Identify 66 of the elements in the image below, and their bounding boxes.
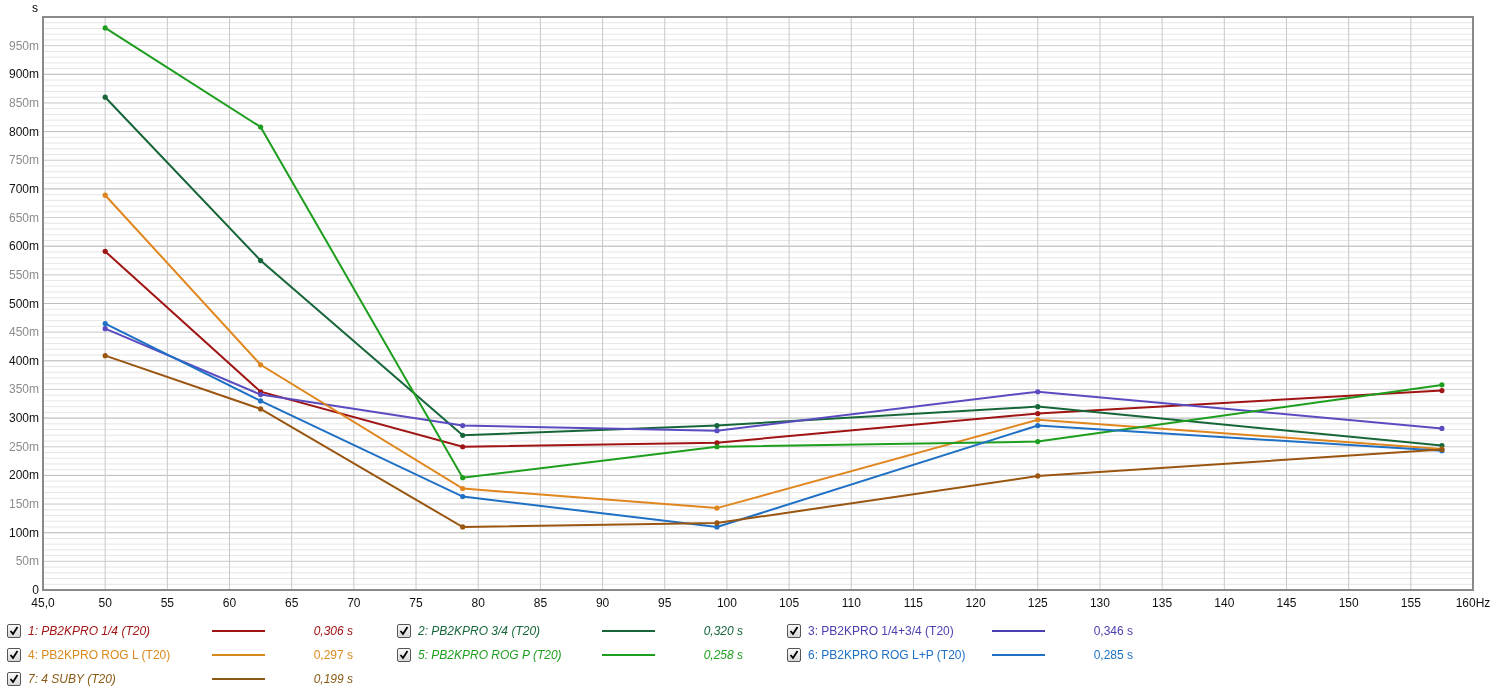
legend-label: 2: PB2KPRO 3/4 (T20)	[418, 624, 542, 638]
y-axis-unit: s	[32, 1, 38, 15]
legend-label: 3: PB2KPRO 1/4+3/4 (T20)	[808, 624, 955, 638]
y-tick-label: 200m	[8, 468, 39, 483]
checkbox[interactable]	[787, 624, 801, 638]
x-tick-label: 130	[1089, 596, 1110, 610]
x-tick-label: 145	[1276, 596, 1297, 610]
legend-label: 7: 4 SUBY (T20)	[28, 672, 117, 686]
legend-label: 1: PB2KPRO 1/4 (T20)	[28, 624, 152, 638]
legend-label: 4: PB2KPRO ROG L (T20)	[28, 648, 172, 662]
y-tick-label: 650m	[8, 210, 39, 225]
x-tick-label: 95	[658, 596, 672, 610]
x-tick-label: 70	[347, 596, 361, 610]
y-tick-label: 350m	[8, 382, 39, 397]
y-tick-label: 500m	[8, 296, 39, 311]
y-tick-label: 800m	[8, 124, 39, 139]
y-tick-label: 950m	[8, 38, 39, 53]
x-tick-label: 125	[1027, 596, 1048, 610]
y-tick-label: 300m	[8, 411, 39, 426]
x-tick-label: 85	[533, 596, 548, 610]
checkbox[interactable]	[787, 648, 801, 662]
y-tick-label: 700m	[8, 181, 39, 196]
y-tick-label: 900m	[8, 67, 39, 82]
y-tick-label: 450m	[8, 325, 39, 340]
x-tick-label: 120	[965, 596, 986, 610]
x-tick-label: 105	[779, 596, 800, 610]
x-tick-label: 75	[409, 596, 423, 610]
legend-value: 0,320 s	[702, 624, 743, 638]
y-tick-label: 400m	[8, 353, 39, 368]
x-tick-label: 65	[285, 596, 299, 610]
x-tick-label: 55	[160, 596, 175, 610]
x-tick-label: 150	[1338, 596, 1359, 610]
x-tick-label: 100	[716, 596, 737, 610]
x-tick-label: 140	[1214, 596, 1235, 610]
legend-value: 0,258 s	[702, 648, 743, 662]
x-tick-label: 155	[1400, 596, 1421, 610]
checkbox[interactable]	[7, 624, 21, 638]
legend-value: 0,346 s	[1092, 624, 1133, 638]
y-tick-label: 550m	[8, 267, 39, 282]
x-tick-label: 110	[841, 596, 861, 610]
x-tick-label: 60	[222, 596, 237, 610]
y-tick-label: 0	[32, 583, 39, 597]
x-tick-label: 115	[903, 596, 923, 610]
y-tick-label: 100m	[8, 525, 39, 540]
checkbox[interactable]	[7, 648, 21, 662]
x-tick-label: 45,0	[31, 596, 55, 610]
x-tick-label: 160Hz	[1455, 596, 1491, 610]
y-tick-label: 250m	[8, 439, 39, 454]
legend-value: 0,199 s	[312, 672, 353, 686]
legend-value: 0,306 s	[312, 624, 353, 638]
x-tick-label: 135	[1152, 596, 1173, 610]
legend-label: 6: PB2KPRO ROG L+P (T20)	[808, 648, 967, 662]
y-tick-label: 850m	[8, 95, 39, 110]
x-tick-label: 50	[98, 596, 112, 610]
legend-label: 5: PB2KPRO ROG P (T20)	[418, 648, 563, 662]
y-tick-label: 750m	[8, 153, 39, 168]
legend-value: 0,297 s	[312, 648, 353, 662]
checkbox[interactable]	[7, 672, 21, 686]
y-tick-label: 50m	[15, 554, 39, 569]
y-tick-label: 150m	[8, 497, 39, 512]
x-tick-label: 80	[471, 596, 485, 610]
checkbox[interactable]	[397, 624, 411, 638]
checkbox[interactable]	[397, 648, 411, 662]
y-tick-label: 600m	[8, 239, 39, 254]
x-tick-label: 90	[595, 596, 610, 610]
legend-value: 0,285 s	[1092, 648, 1133, 662]
